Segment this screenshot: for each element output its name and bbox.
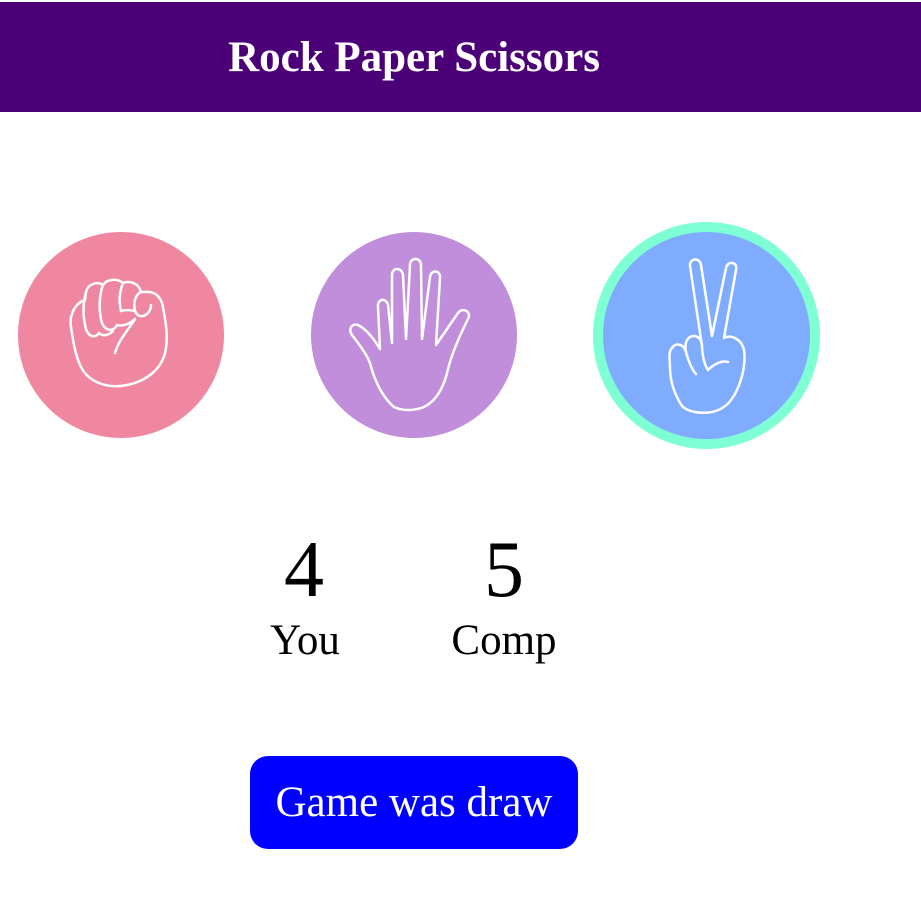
computer-score: 5	[484, 526, 524, 614]
rock-choice-button[interactable]	[18, 232, 224, 438]
open-hand-icon	[349, 257, 471, 412]
computer-score-label: Comp	[451, 617, 557, 664]
user-score: 4	[284, 526, 324, 614]
header: Rock Paper Scissors	[0, 2, 921, 112]
peace-hand-icon	[667, 257, 746, 414]
scissors-choice-button[interactable]	[593, 222, 820, 449]
fist-icon	[69, 278, 168, 388]
game-page: Rock Paper Scissors 4 You 5 Comp Game wa…	[0, 0, 921, 911]
user-score-label: You	[270, 617, 340, 664]
page-title: Rock Paper Scissors	[228, 34, 600, 81]
paper-choice-button[interactable]	[311, 232, 517, 438]
result-message-button[interactable]: Game was draw	[250, 756, 578, 849]
